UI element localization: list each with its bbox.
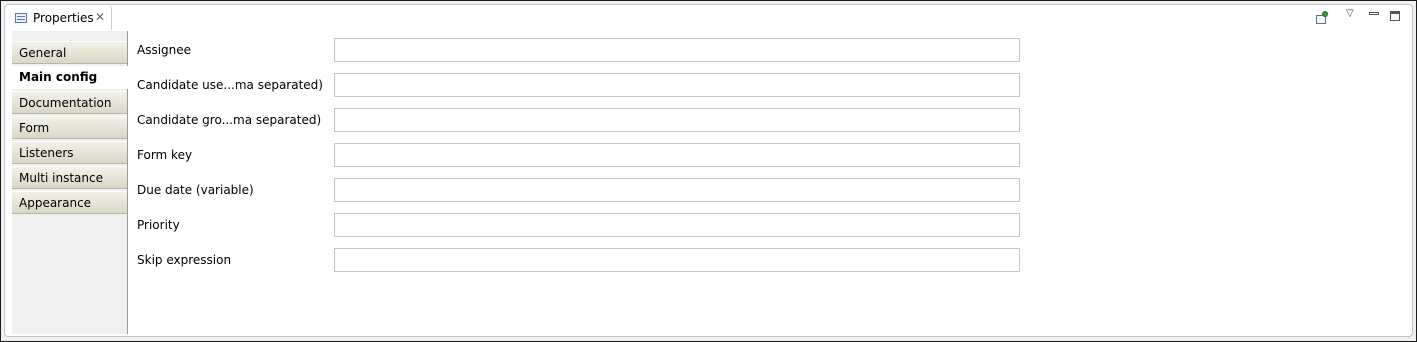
maximize-icon[interactable] <box>1389 10 1403 24</box>
skip-expression-label: Skip expression <box>137 253 232 267</box>
due-date-field[interactable] <box>334 178 1020 202</box>
form-key-field[interactable] <box>334 143 1020 167</box>
sidebar-item-documentation[interactable]: Documentation <box>12 91 127 114</box>
properties-view: Properties ✕ ▽ General Main config Docum… <box>4 4 1413 337</box>
tab-properties[interactable]: Properties ✕ <box>9 5 112 30</box>
candidate-users-label: Candidate use...ma separated) <box>137 78 323 92</box>
candidate-groups-label: Candidate gro...ma separated) <box>137 113 322 127</box>
sidebar-item-general[interactable]: General <box>12 41 127 64</box>
sidebar-item-appearance[interactable]: Appearance <box>12 191 127 214</box>
properties-table-icon <box>15 13 27 23</box>
skip-expression-field[interactable] <box>334 248 1020 272</box>
minimize-icon[interactable] <box>1367 7 1381 21</box>
sidebar: General Main config Documentation Form L… <box>12 31 128 334</box>
window-frame: Properties ✕ ▽ General Main config Docum… <box>0 0 1417 342</box>
sidebar-item-listeners[interactable]: Listeners <box>12 141 127 164</box>
pin-icon[interactable] <box>1315 11 1329 25</box>
assignee-label: Assignee <box>137 43 192 57</box>
tab-title: Properties <box>33 11 94 25</box>
sidebar-item-main-config[interactable]: Main config <box>12 66 128 89</box>
candidate-groups-field[interactable] <box>334 108 1020 132</box>
form-key-label: Form key <box>137 148 193 162</box>
priority-field[interactable] <box>334 213 1020 237</box>
close-icon[interactable]: ✕ <box>94 10 106 24</box>
assignee-field[interactable] <box>334 38 1020 62</box>
sidebar-item-form[interactable]: Form <box>12 116 127 139</box>
view-menu-icon[interactable]: ▽ <box>1346 9 1360 23</box>
sidebar-item-multi-instance[interactable]: Multi instance <box>12 166 127 189</box>
due-date-label: Due date (variable) <box>137 183 254 197</box>
candidate-users-field[interactable] <box>334 73 1020 97</box>
priority-label: Priority <box>137 218 180 232</box>
